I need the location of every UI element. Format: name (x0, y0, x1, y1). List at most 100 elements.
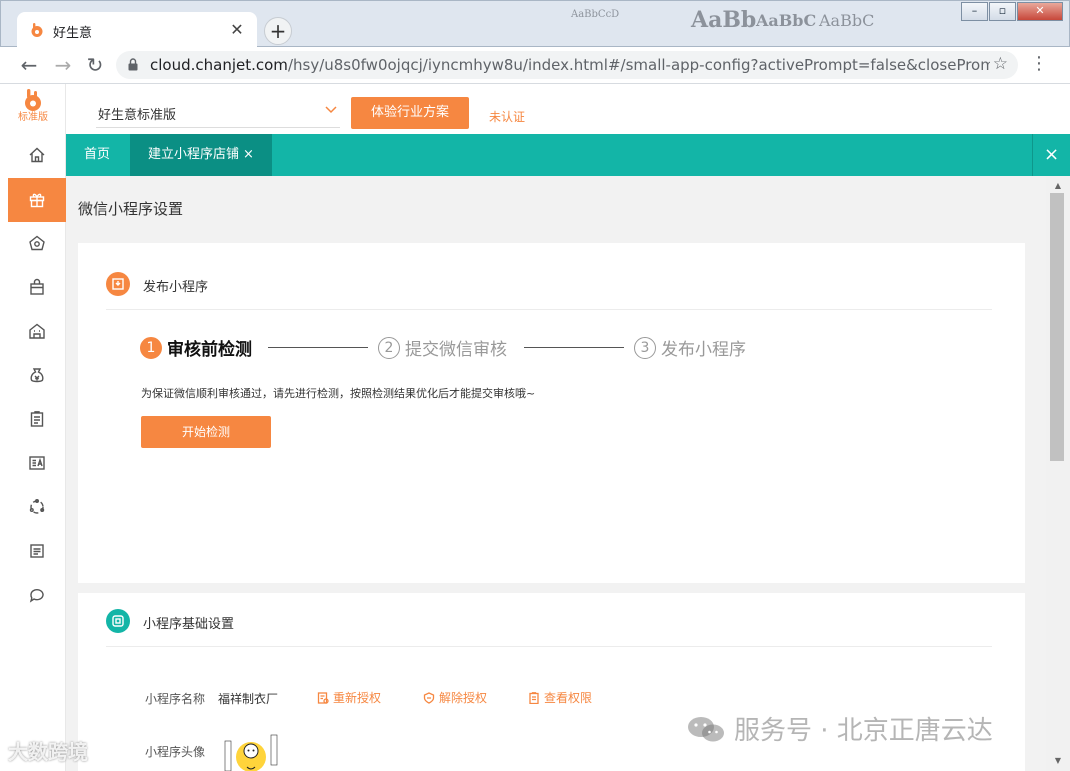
clipboard-icon (30, 411, 44, 427)
step-1: 1 审核前检测 (140, 335, 252, 360)
auth-status-link[interactable]: 未认证 (489, 108, 525, 125)
url-text[interactable]: cloud.chanjet.com/hsy/u8s0fw0ojqcj/iyncm… (150, 56, 990, 74)
brand-logo-icon (25, 89, 41, 111)
home-icon (29, 147, 45, 163)
minimize-icon[interactable]: – (961, 2, 988, 21)
unauthorize-label: 解除授权 (439, 691, 488, 705)
money-bag-icon (30, 368, 44, 383)
sidebar-item-shop[interactable] (8, 221, 66, 265)
watermark-right: 服务号 · 北京正唐云达 (686, 710, 993, 747)
chevron-down-icon (325, 106, 337, 114)
reauthorize-link[interactable]: 重新授权 (317, 689, 381, 706)
watermark-left-text: 大数跨境 (8, 740, 88, 764)
scrollbar-thumb[interactable] (1050, 193, 1064, 461)
sidebar-item-orders[interactable] (8, 397, 66, 441)
brand[interactable]: 标准版 (8, 88, 58, 132)
sidebar-item-store[interactable] (8, 309, 66, 353)
tab-home[interactable]: 首页 (66, 134, 128, 176)
step-3-label: 发布小程序 (661, 340, 746, 360)
browser-toolbar: ← → ↻ cloud.chanjet.com/hsy/u8s0fw0ojqcj… (0, 47, 1070, 84)
bookmark-star-icon[interactable]: ☆ (993, 54, 1008, 74)
step-3-number: 3 (634, 336, 656, 359)
report-card-icon (29, 456, 45, 470)
haoshengyi-favicon-icon (31, 23, 43, 37)
sidebar-item-network[interactable] (8, 485, 66, 529)
maximize-icon[interactable]: ▫ (989, 2, 1016, 21)
publish-icon (106, 272, 130, 296)
back-arrow-icon[interactable]: ← (16, 53, 42, 79)
sidebar-item-home[interactable] (8, 133, 66, 177)
shop-tag-icon (29, 235, 45, 251)
reauthorize-label: 重新授权 (333, 691, 382, 705)
unauthorize-icon (423, 691, 435, 704)
scroll-up-arrow-icon[interactable]: ▲ (1052, 180, 1064, 192)
window-close-icon[interactable]: ✕ (1017, 2, 1063, 21)
tab-build-mini-program-store[interactable]: 建立小程序店铺 × (130, 134, 272, 176)
content-scrollbar[interactable]: ▲ ▼ (1046, 176, 1070, 771)
new-tab-button[interactable]: + (264, 17, 292, 45)
wechat-logo-icon (688, 716, 724, 741)
new-badge-icon (30, 544, 44, 558)
address-bar[interactable]: cloud.chanjet.com/hsy/u8s0fw0ojqcj/iyncm… (116, 51, 1018, 79)
tab-home-label: 首页 (84, 147, 111, 162)
sidebar-item-messages[interactable] (8, 573, 66, 617)
brand-edition-label: 标准版 (18, 112, 48, 123)
app-root: 标准版 好生意标准版 体验行业方案 未认证 首页 建立小程序店铺 × × 微信小… (0, 84, 1070, 771)
scroll-down-arrow-icon[interactable]: ▼ (1052, 755, 1064, 767)
unauthorize-link[interactable]: 解除授权 (423, 689, 487, 706)
edition-select-value: 好生意标准版 (98, 108, 177, 123)
decor-text: AaBbCcD (571, 9, 620, 20)
mini-program-avatar-image[interactable] (223, 731, 279, 771)
chat-bubble-icon (29, 588, 44, 603)
avatar-illustration (224, 734, 278, 771)
tab-close-icon[interactable]: ✕ (227, 20, 247, 40)
start-check-button[interactable]: 开始检测 (141, 416, 271, 448)
decor-text: AaBbC (819, 11, 875, 30)
publish-steps: 1 审核前检测 2 提交微信审核 3 发布小程序 (140, 335, 780, 365)
sidebar-item-new[interactable] (8, 529, 66, 573)
tab-title: 好生意 (53, 26, 93, 41)
basic-settings-title: 小程序基础设置 (143, 617, 235, 632)
browser-menu-icon[interactable]: ⋮ (1030, 53, 1048, 74)
publish-card-header: 发布小程序 (106, 260, 992, 310)
app-tabs-bar: 首页 建立小程序店铺 × × (66, 134, 1070, 176)
store-building-icon (29, 323, 45, 339)
reauthorize-icon (317, 691, 329, 704)
browser-tab[interactable]: 好生意 ✕ (17, 12, 257, 48)
view-permissions-link[interactable]: 查看权限 (528, 689, 592, 706)
step-connector (524, 347, 624, 348)
forward-arrow-icon[interactable]: → (50, 53, 76, 79)
publish-card-title: 发布小程序 (143, 280, 209, 295)
mini-program-avatar-label: 小程序头像 (145, 745, 206, 759)
edition-select[interactable]: 好生意标准版 (96, 96, 340, 128)
page-title: 微信小程序设置 (78, 200, 184, 218)
sidebar-item-gift[interactable] (8, 178, 66, 222)
window-controls: – ▫ ✕ (960, 2, 1063, 21)
tab-close-icon[interactable]: × (243, 147, 254, 162)
mini-program-name-value: 福祥制衣厂 (218, 692, 279, 706)
decor-text: AaBb (691, 7, 757, 33)
reload-icon[interactable]: ↻ (82, 53, 108, 79)
sidebar-item-report[interactable] (8, 441, 66, 485)
step-1-number: 1 (140, 336, 162, 359)
sidebar-item-bag[interactable] (8, 265, 66, 309)
settings-icon (106, 609, 130, 633)
gift-icon (29, 193, 45, 208)
background-document-decor: AaBbCcD AaBb AaBbC AaBbC (561, 5, 891, 45)
permissions-icon (529, 691, 539, 704)
step-1-label: 审核前检测 (167, 340, 252, 360)
watermark-right-text: 服务号 · 北京正唐云达 (734, 716, 993, 746)
step-3: 3 发布小程序 (634, 335, 746, 360)
close-all-tabs-icon[interactable]: × (1032, 134, 1070, 176)
view-permissions-label: 查看权限 (544, 691, 593, 705)
basic-settings-header: 小程序基础设置 (106, 597, 992, 647)
network-cycle-icon (29, 499, 45, 514)
decor-text: AaBbC (756, 11, 817, 30)
sidebar-item-money[interactable] (8, 353, 66, 397)
step-2-number: 2 (378, 336, 400, 359)
try-industry-solution-button[interactable]: 体验行业方案 (351, 97, 469, 129)
tab-label: 建立小程序店铺 (148, 147, 240, 162)
lock-icon (128, 58, 138, 71)
mini-program-name-label: 小程序名称 (145, 692, 206, 706)
sidebar: 标准版 (0, 84, 66, 771)
